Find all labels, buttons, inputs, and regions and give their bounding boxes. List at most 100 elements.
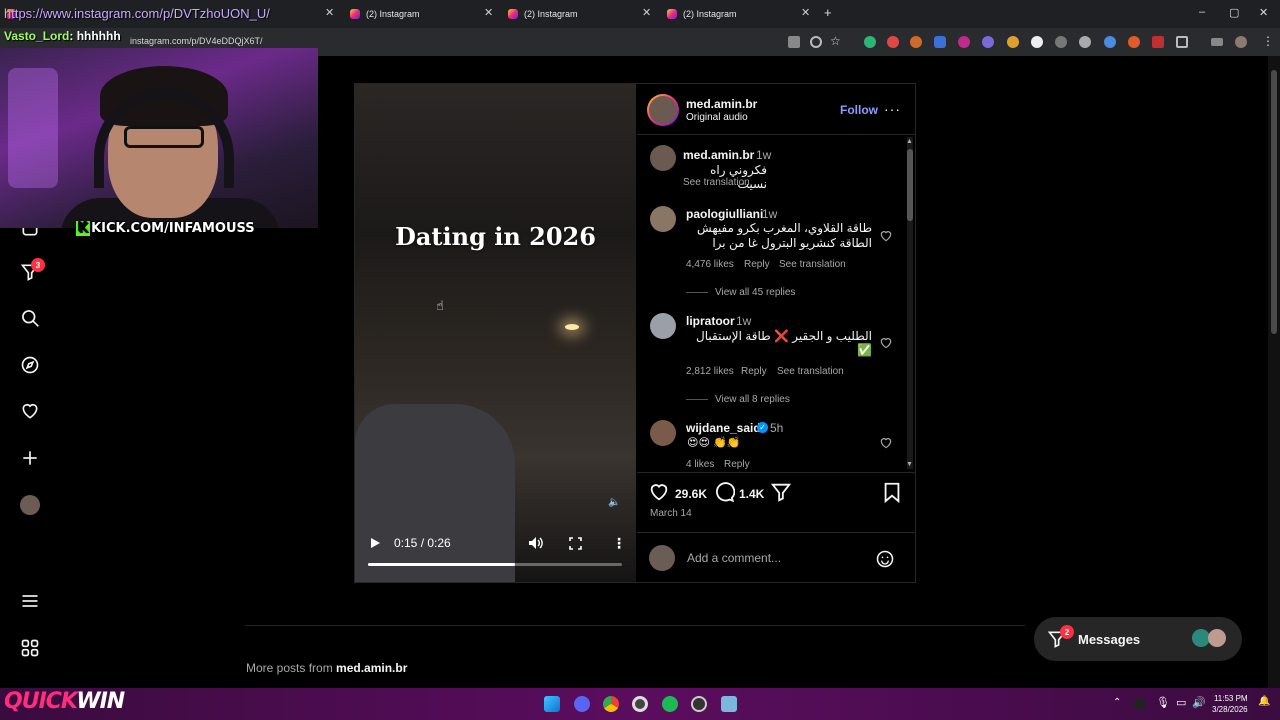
apps-grid-icon[interactable]	[20, 638, 40, 658]
comment-avatar[interactable]	[650, 206, 676, 232]
fullscreen-icon[interactable]	[569, 537, 582, 550]
comments-scrollbar-thumb[interactable]	[907, 149, 913, 221]
emoji-icon[interactable]	[875, 549, 895, 569]
reading-list-icon[interactable]	[1211, 38, 1223, 46]
url-field[interactable]: instagram.com/p/DV4eDDQjX6T/	[130, 36, 263, 46]
create-plus-icon[interactable]	[20, 448, 40, 468]
comment-reply-button[interactable]: Reply	[724, 459, 750, 470]
comment-avatar[interactable]	[650, 313, 676, 339]
like-count[interactable]: 29.6K	[675, 487, 707, 501]
video-progress-bar[interactable]	[368, 563, 622, 566]
browser-menu-icon[interactable]: ⋮	[1262, 34, 1274, 48]
extension-icon[interactable]	[1007, 36, 1019, 48]
network-icon[interactable]: ▭	[1176, 696, 1186, 709]
author-username[interactable]: med.amin.br	[686, 97, 757, 111]
caption-username[interactable]: med.amin.br	[683, 148, 754, 162]
tray-app-icon[interactable]	[1134, 698, 1146, 710]
heart-notifications-icon[interactable]	[20, 401, 40, 421]
profile-avatar[interactable]	[20, 495, 40, 515]
extension-icon[interactable]	[1104, 36, 1116, 48]
profile-avatar[interactable]	[1235, 36, 1247, 48]
comment-username[interactable]: paologiulliani	[686, 207, 763, 221]
comment-count[interactable]: 1.4K	[739, 487, 764, 501]
caption-see-translation[interactable]: See translation	[683, 177, 750, 188]
caption-avatar[interactable]	[650, 145, 676, 171]
browser-tab-2[interactable]: (2) Instagram	[350, 3, 420, 25]
extension-icon[interactable]	[982, 36, 994, 48]
extension-icon[interactable]	[1128, 36, 1140, 48]
like-heart-icon[interactable]	[648, 481, 670, 503]
extension-icon[interactable]	[1055, 36, 1067, 48]
share-icon[interactable]	[770, 481, 792, 503]
install-app-icon[interactable]	[788, 36, 800, 48]
new-tab-button[interactable]: +	[824, 5, 832, 20]
microphone-icon[interactable]: 🎙	[1156, 696, 1170, 709]
scroll-up-icon[interactable]: ▲	[906, 138, 913, 145]
extension-icon[interactable]	[910, 36, 922, 48]
extension-icon[interactable]	[934, 36, 946, 48]
spotify-icon[interactable]	[662, 696, 678, 712]
windows-start-icon[interactable]	[544, 696, 560, 712]
app-window-icon[interactable]	[721, 696, 737, 712]
more-menu-icon[interactable]	[20, 591, 40, 611]
close-tab-icon[interactable]: ✕	[484, 6, 493, 19]
comment-likes[interactable]: 4,476 likes	[686, 259, 734, 270]
comment-likes[interactable]: 2,812 likes	[686, 366, 734, 377]
comment-icon[interactable]	[713, 481, 735, 503]
close-window-button[interactable]: ✕	[1259, 6, 1268, 19]
comment-see-translation[interactable]: See translation	[777, 366, 844, 377]
comment-username[interactable]: lipratoor	[686, 314, 735, 328]
app-icon[interactable]	[691, 696, 707, 712]
save-bookmark-icon[interactable]	[881, 481, 903, 503]
close-tab-icon[interactable]: ✕	[801, 6, 810, 19]
volume-icon[interactable]	[528, 536, 543, 550]
bookmark-star-icon[interactable]: ☆	[830, 34, 841, 48]
comment-username[interactable]: wijdane_said	[686, 421, 761, 435]
tray-chevron-icon[interactable]: ⌃	[1113, 697, 1121, 708]
extensions-puzzle-icon[interactable]	[1176, 36, 1188, 48]
search-icon[interactable]	[20, 308, 40, 328]
close-tab-icon[interactable]: ✕	[325, 6, 334, 19]
scroll-down-icon[interactable]: ▼	[906, 461, 913, 468]
more-posts-user[interactable]: med.amin.br	[336, 661, 407, 675]
extension-icon[interactable]	[1031, 36, 1043, 48]
speaker-icon[interactable]: 🔊	[1192, 696, 1206, 709]
more-options-icon[interactable]: ···	[884, 101, 901, 117]
chrome-icon[interactable]	[603, 696, 619, 712]
audio-label[interactable]: Original audio	[686, 112, 748, 123]
comment-reply-button[interactable]: Reply	[744, 259, 770, 270]
video-options-icon[interactable]: ⋮	[612, 535, 626, 552]
notifications-bell-icon[interactable]: 🔔	[1258, 696, 1270, 707]
comments-scrollbar[interactable]	[907, 137, 913, 469]
extension-icon[interactable]	[958, 36, 970, 48]
comment-see-translation[interactable]: See translation	[779, 259, 846, 270]
author-avatar[interactable]	[647, 94, 679, 126]
comment-avatar[interactable]	[650, 420, 676, 446]
like-comment-heart-icon[interactable]	[879, 229, 893, 243]
view-replies-button[interactable]: View all 8 replies	[715, 394, 790, 405]
reel-video[interactable]	[355, 84, 636, 582]
extension-icon[interactable]	[1079, 36, 1091, 48]
comment-likes[interactable]: 4 likes	[686, 459, 714, 470]
comment-reply-button[interactable]: Reply	[741, 366, 767, 377]
like-comment-heart-icon[interactable]	[879, 336, 893, 350]
minimize-window-button[interactable]: –	[1199, 6, 1205, 18]
extension-icon[interactable]	[887, 36, 899, 48]
zoom-icon[interactable]	[810, 36, 822, 48]
taskbar-clock[interactable]: 11:53 PM 3/28/2026	[1212, 693, 1248, 715]
extension-icon[interactable]	[1152, 36, 1164, 48]
follow-button[interactable]: Follow	[840, 103, 878, 117]
obs-icon[interactable]	[632, 696, 648, 712]
play-icon[interactable]	[369, 537, 381, 549]
discord-icon[interactable]	[574, 696, 590, 712]
comment-input[interactable]: Add a comment...	[687, 551, 781, 565]
browser-tab-3[interactable]: (2) Instagram	[508, 3, 578, 25]
like-comment-heart-icon[interactable]	[879, 436, 893, 450]
mute-indicator-icon[interactable]: 🔈	[608, 497, 620, 508]
view-replies-button[interactable]: View all 45 replies	[715, 287, 795, 298]
extension-icon[interactable]	[864, 36, 876, 48]
browser-tab-4[interactable]: (2) Instagram	[667, 3, 737, 25]
close-tab-icon[interactable]: ✕	[642, 6, 651, 19]
maximize-window-button[interactable]: ▢	[1229, 6, 1239, 19]
page-scrollbar-thumb[interactable]	[1271, 70, 1277, 334]
